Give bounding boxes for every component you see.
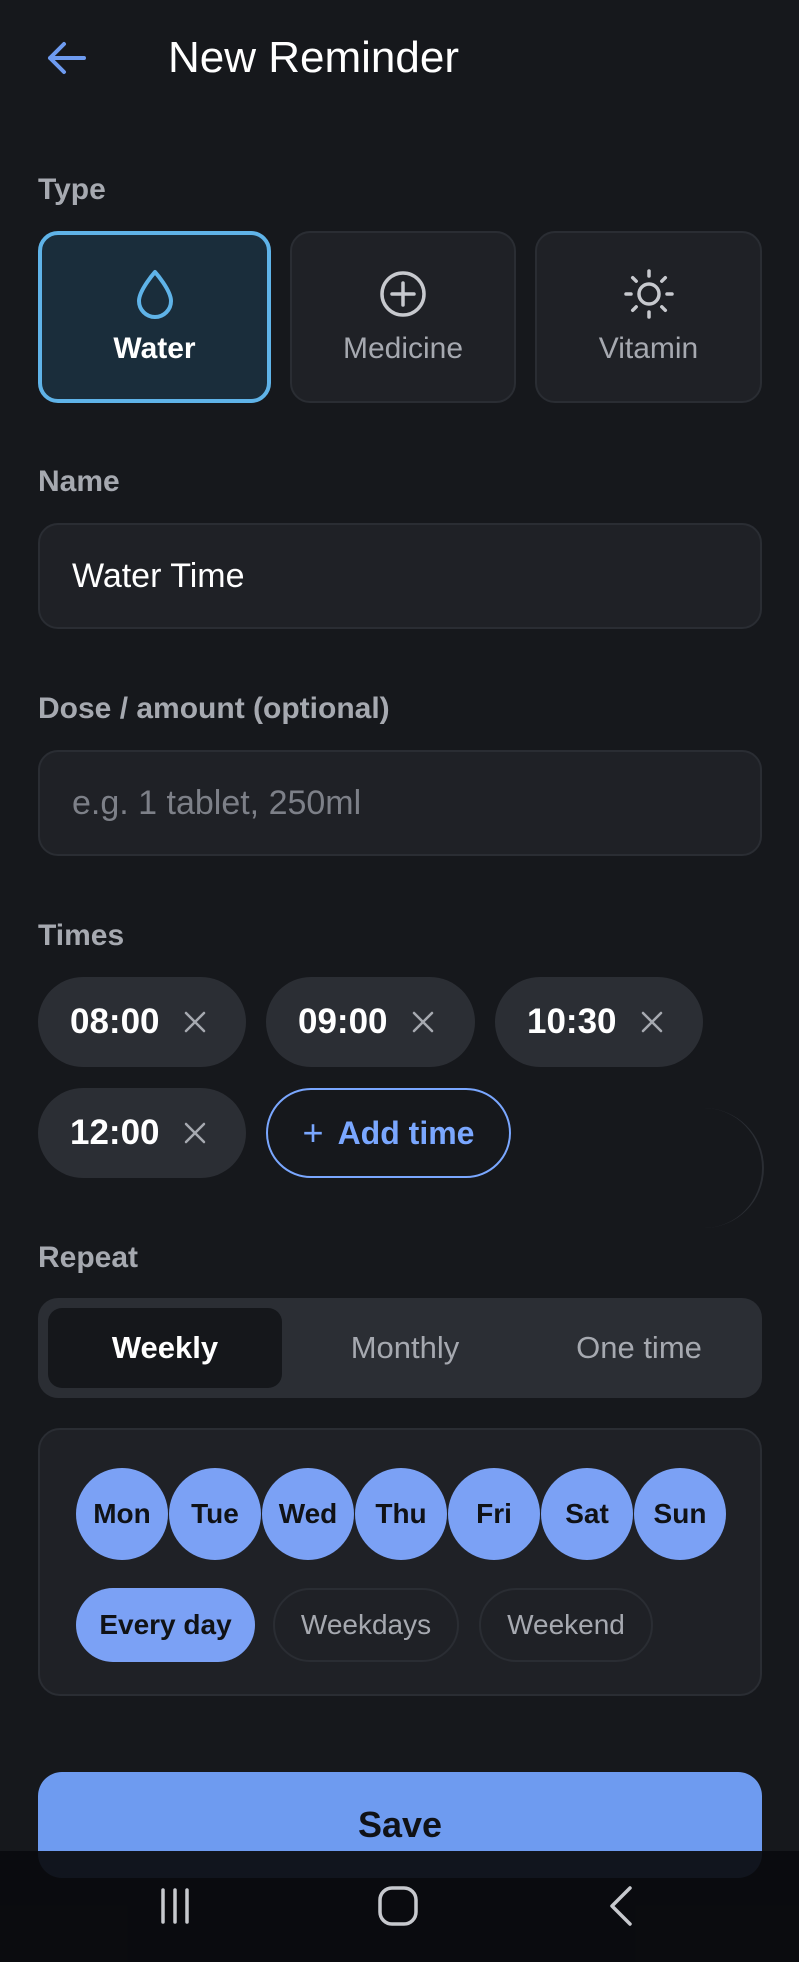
type-option-water[interactable]: Water: [38, 231, 271, 403]
name-label: Name: [38, 465, 120, 498]
dose-input-placeholder: e.g. 1 tablet, 250ml: [72, 783, 362, 822]
back-button[interactable]: [38, 30, 94, 86]
nav-back-button[interactable]: [582, 1871, 662, 1941]
preset-every-day[interactable]: Every day: [76, 1588, 255, 1662]
time-chip[interactable]: 12:00: [38, 1088, 246, 1178]
repeat-mode-one-time[interactable]: One time: [522, 1308, 756, 1388]
system-nav-bar: [0, 1851, 799, 1962]
name-input[interactable]: Water Time: [38, 523, 762, 629]
day-toggle-thu[interactable]: Thu: [355, 1468, 447, 1560]
day-toggle-sat[interactable]: Sat: [541, 1468, 633, 1560]
type-option-label: Water: [113, 332, 196, 365]
recent-apps-icon: [161, 1888, 189, 1924]
dose-input[interactable]: e.g. 1 tablet, 250ml: [38, 750, 762, 856]
repeat-mode-weekly[interactable]: Weekly: [48, 1308, 282, 1388]
page-title: New Reminder: [168, 33, 459, 82]
name-input-value: Water Time: [72, 556, 245, 595]
app-header: New Reminder: [0, 0, 799, 115]
plus-circle-icon: [377, 268, 429, 320]
add-time-label: Add time: [337, 1114, 475, 1151]
time-chip[interactable]: 10:30: [495, 977, 703, 1067]
time-chip-value: 09:00: [298, 1002, 388, 1041]
time-chip-value: 12:00: [70, 1113, 160, 1152]
repeat-mode-selector: Weekly Monthly One time: [38, 1298, 762, 1398]
day-toggle-tue[interactable]: Tue: [169, 1468, 261, 1560]
close-icon[interactable]: [182, 1120, 208, 1146]
arrow-left-icon: [48, 42, 86, 74]
day-toggle-sun[interactable]: Sun: [634, 1468, 726, 1560]
type-label: Type: [38, 173, 106, 206]
close-icon[interactable]: [410, 1009, 436, 1035]
ripple-artifact: [672, 1108, 764, 1228]
repeat-mode-monthly[interactable]: Monthly: [288, 1308, 522, 1388]
type-option-label: Medicine: [342, 332, 464, 365]
close-icon[interactable]: [182, 1009, 208, 1035]
time-chip-value: 10:30: [527, 1002, 617, 1041]
time-chip-value: 08:00: [70, 1002, 160, 1041]
type-option-label: Vitamin: [598, 332, 699, 365]
day-toggle-mon[interactable]: Mon: [76, 1468, 168, 1560]
preset-weekend[interactable]: Weekend: [479, 1588, 653, 1662]
type-selector: Water Medicine Vitamin: [38, 231, 762, 403]
plus-icon: +: [302, 1112, 324, 1153]
close-icon[interactable]: [639, 1009, 665, 1035]
times-label: Times: [38, 919, 125, 952]
preset-weekdays[interactable]: Weekdays: [273, 1588, 459, 1662]
days-selector: Mon Tue Wed Thu Fri Sat Sun Every day We…: [38, 1428, 762, 1696]
repeat-label: Repeat: [38, 1241, 139, 1274]
type-option-vitamin[interactable]: Vitamin: [535, 231, 762, 403]
add-time-button[interactable]: + Add time: [266, 1088, 511, 1178]
chevron-left-icon: [610, 1886, 632, 1926]
water-drop-icon: [129, 268, 181, 320]
home-icon: [378, 1886, 418, 1926]
time-chip[interactable]: 08:00: [38, 977, 246, 1067]
type-option-medicine[interactable]: Medicine: [290, 231, 516, 403]
time-chip[interactable]: 09:00: [266, 977, 475, 1067]
dose-label: Dose / amount (optional): [38, 692, 390, 725]
recent-apps-button[interactable]: [135, 1871, 215, 1941]
sun-icon: [623, 268, 675, 320]
day-toggle-wed[interactable]: Wed: [262, 1468, 354, 1560]
home-button[interactable]: [358, 1871, 438, 1941]
day-toggle-fri[interactable]: Fri: [448, 1468, 540, 1560]
